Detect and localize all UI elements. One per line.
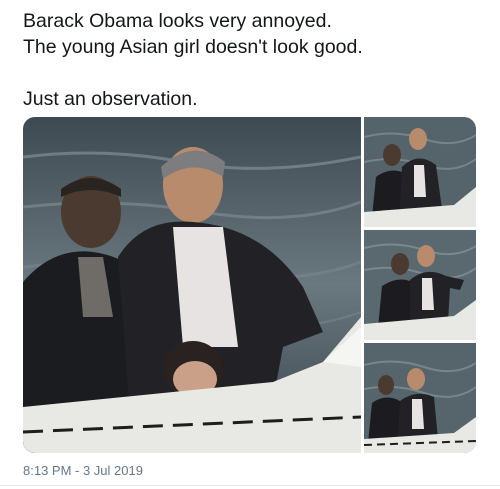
- photo-thumb-3-image: [364, 343, 476, 453]
- divider: [0, 485, 500, 486]
- tweet-text: Barack Obama looks very annoyed. The you…: [23, 8, 483, 112]
- photo-thumb-2[interactable]: [364, 230, 476, 340]
- tweet-timestamp[interactable]: 8:13 PM - 3 Jul 2019: [23, 463, 143, 478]
- photo-main-image: [23, 117, 361, 453]
- media-grid[interactable]: [23, 117, 476, 453]
- photo-main[interactable]: [23, 117, 361, 453]
- photo-thumb-3[interactable]: [364, 343, 476, 453]
- tweet-line-2: The young Asian girl doesn't look good.: [23, 36, 363, 58]
- photo-thumb-1[interactable]: [364, 117, 476, 227]
- tweet-line-1: Barack Obama looks very annoyed.: [23, 10, 332, 32]
- photo-thumb-1-image: [364, 117, 476, 227]
- tweet-line-3: Just an observation.: [23, 88, 198, 110]
- photo-thumb-2-image: [364, 230, 476, 340]
